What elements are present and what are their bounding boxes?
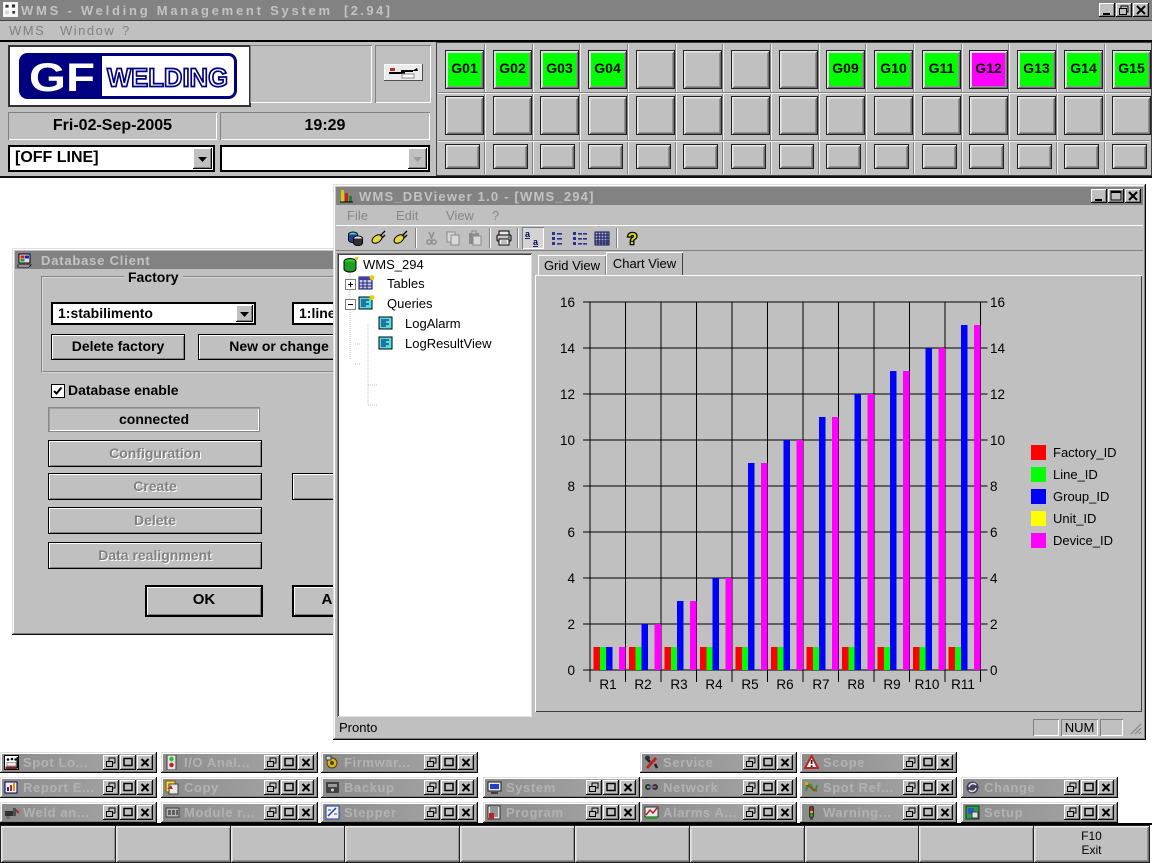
svg-text:2: 2: [990, 617, 998, 632]
svg-text:R3: R3: [670, 677, 687, 692]
svg-text:12: 12: [560, 387, 575, 402]
svg-text:14: 14: [990, 341, 1006, 356]
svg-text:R8: R8: [847, 677, 864, 692]
svg-text:6: 6: [990, 525, 998, 540]
svg-text:?: ?: [628, 231, 638, 247]
svg-text:a: a: [525, 229, 531, 239]
svg-text:a: a: [533, 237, 539, 247]
svg-text:Device_ID: Device_ID: [1053, 533, 1113, 548]
svg-text:R9: R9: [883, 677, 900, 692]
svg-text:6: 6: [567, 525, 575, 540]
svg-text:Line_ID: Line_ID: [1053, 467, 1098, 482]
svg-text:2: 2: [567, 617, 575, 632]
svg-text:4: 4: [567, 571, 575, 586]
svg-text:14: 14: [560, 341, 576, 356]
svg-text:10: 10: [990, 433, 1005, 448]
svg-text:WELDING: WELDING: [107, 63, 228, 93]
svg-text:Unit_ID: Unit_ID: [1053, 511, 1096, 526]
svg-text:Group_ID: Group_ID: [1053, 489, 1109, 504]
svg-text:R11: R11: [951, 677, 975, 692]
svg-text:0: 0: [990, 663, 998, 678]
svg-text:R10: R10: [915, 677, 940, 692]
svg-text:R5: R5: [741, 677, 758, 692]
svg-text:R6: R6: [776, 677, 793, 692]
svg-text:Factory_ID: Factory_ID: [1053, 445, 1117, 460]
svg-text:4: 4: [990, 571, 998, 586]
svg-text:8: 8: [990, 479, 998, 494]
svg-text:16: 16: [990, 295, 1005, 310]
svg-text:GF: GF: [29, 56, 95, 99]
svg-text:10: 10: [560, 433, 575, 448]
svg-text:0: 0: [567, 663, 575, 678]
svg-text:R4: R4: [705, 677, 723, 692]
svg-text:R1: R1: [599, 677, 616, 692]
svg-text:8: 8: [567, 479, 575, 494]
svg-text:16: 16: [560, 295, 575, 310]
svg-text:R2: R2: [634, 677, 651, 692]
svg-text:R7: R7: [812, 677, 829, 692]
svg-text:12: 12: [990, 387, 1005, 402]
